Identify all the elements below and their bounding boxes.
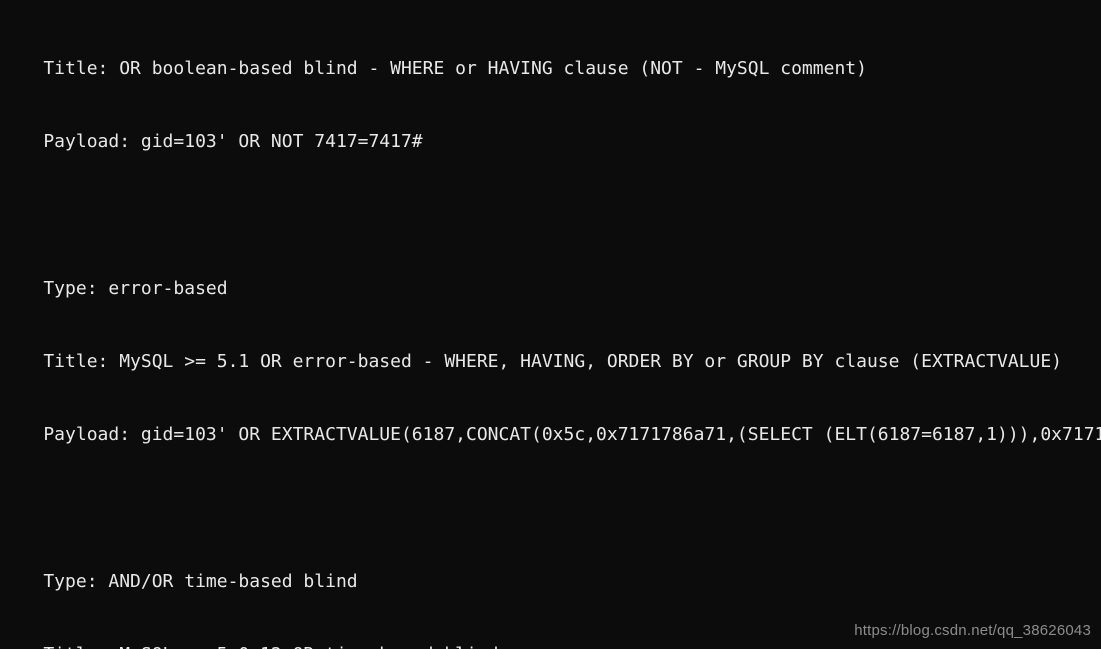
line-type-time-based: Type: AND/OR time-based blind [0,570,358,592]
line-payload-error-based: Payload: gid=103' OR EXTRACTVALUE(6187,C… [0,424,1101,446]
terminal-window[interactable]: Title: OR boolean-based blind - WHERE or… [0,0,1101,649]
terminal-output: Title: OR boolean-based blind - WHERE or… [0,0,1101,649]
line-payload-boolean-based: Payload: gid=103' OR NOT 7417=7417# [0,131,423,153]
line-title-time-based: Title: MySQL >= 5.0.12 OR time-based bli… [0,643,1101,649]
csdn-watermark: https://blog.csdn.net/qq_38626043 [854,621,1091,639]
line-title-boolean-based: Title: OR boolean-based blind - WHERE or… [0,58,867,80]
line-title-error-based: Title: MySQL >= 5.1 OR error-based - WHE… [0,351,1063,373]
line-type-error-based: Type: error-based [0,277,228,299]
